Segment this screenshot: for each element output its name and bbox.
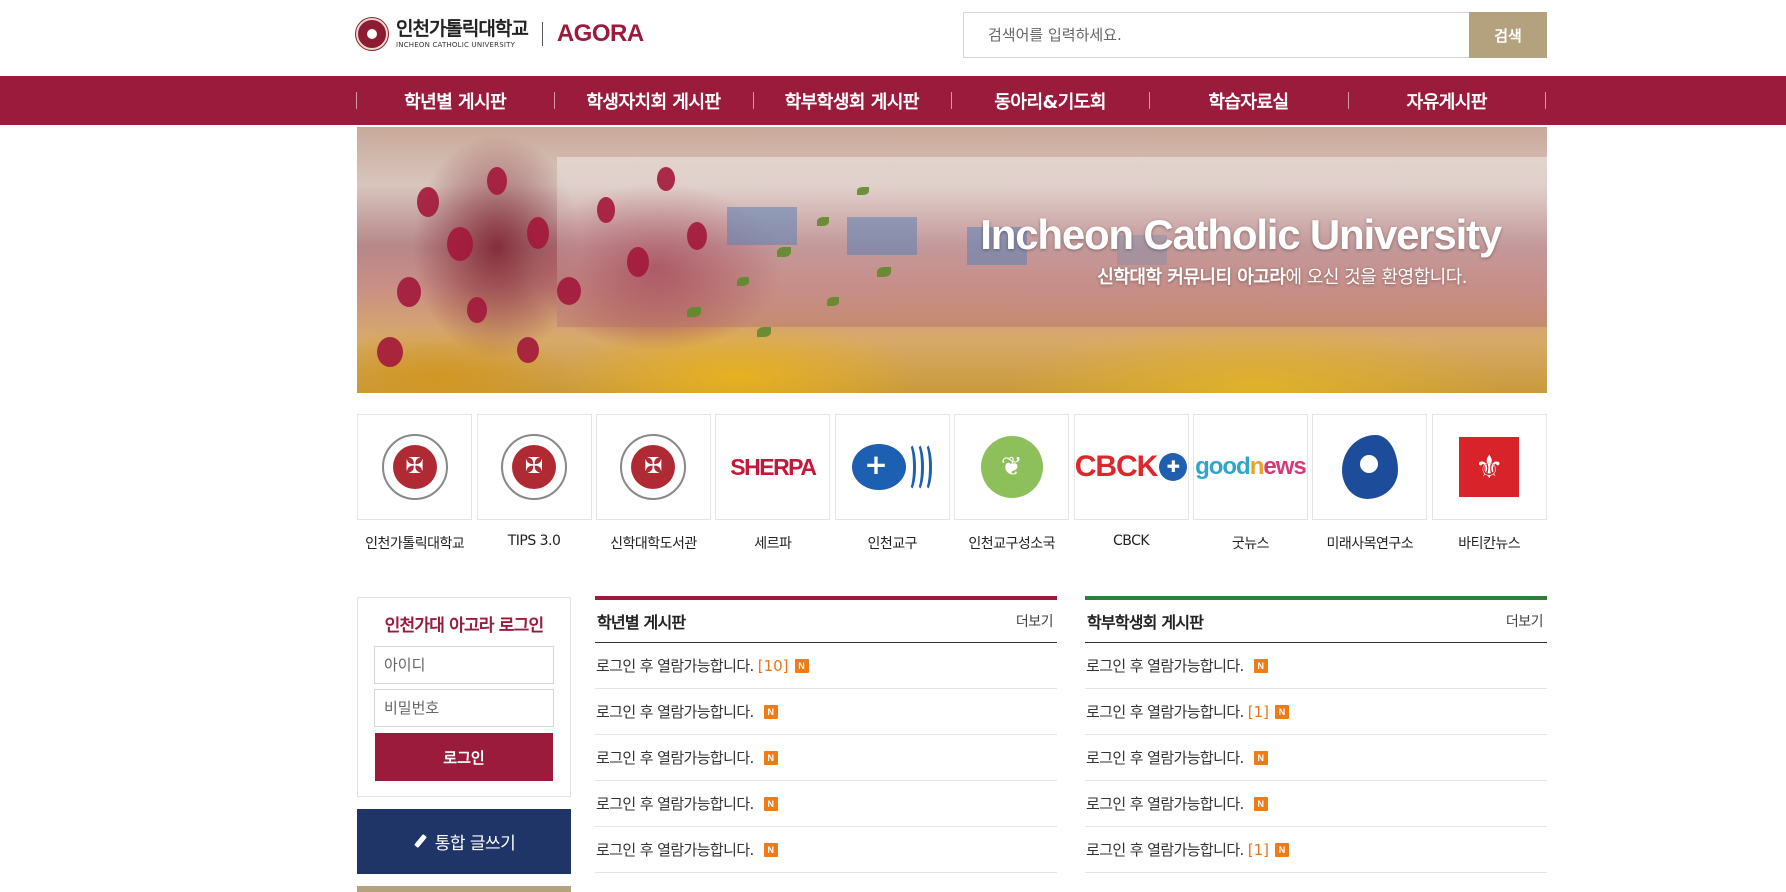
board-title: 학부학생회 게시판: [1087, 613, 1204, 632]
search-input[interactable]: [963, 12, 1469, 58]
banner-subtitle-bold: 신학대학 커뮤니티 아고라: [1097, 267, 1286, 288]
quick-link-label: 굿뉴스: [1231, 536, 1270, 552]
new-badge-icon: N: [1274, 842, 1289, 857]
board-header: 학부학생회 게시판 더보기: [1085, 600, 1547, 643]
nav-item-student-council-board[interactable]: 학생자치회 게시판: [554, 76, 752, 125]
login-title: 인천가대 아고라 로그인: [384, 616, 544, 636]
nav-item-undergrad-council-board[interactable]: 학부학생회 게시판: [752, 76, 951, 125]
quick-link-label: 인천교구: [867, 536, 918, 552]
quick-link-library[interactable]: 신학대학도서관: [595, 414, 711, 566]
site-logo[interactable]: 인천가톨릭대학교 INCHEON CATHOLIC UNIVERSITY AGO…: [356, 16, 644, 52]
nav-item-free-board[interactable]: 자유게시판: [1347, 76, 1547, 125]
board-post-row[interactable]: 로그인 후 열람가능합니다. N: [1085, 781, 1547, 827]
vatican-logo: ⚜: [1459, 437, 1520, 497]
next-panel-edge: [357, 886, 571, 892]
new-badge-icon: N: [763, 704, 778, 719]
quick-links: 인천가톨릭대학교 TIPS 3.0 신학대학도서관 SHERPA 세르파 + 인…: [357, 414, 1547, 566]
cbck-logo: CBCK: [1075, 450, 1188, 484]
quick-link-cbck[interactable]: CBCK CBCK: [1073, 414, 1189, 566]
mirae-logo: [1341, 435, 1398, 499]
login-button[interactable]: 로그인: [375, 733, 553, 781]
banner-subtitle: 신학대학 커뮤니티 아고라에 오신 것을 환영합니다.: [1097, 263, 1467, 289]
vocation-office-logo: ❦: [980, 436, 1043, 498]
login-box: 인천가대 아고라 로그인 로그인: [357, 597, 571, 797]
board-header: 학년별 게시판 더보기: [595, 600, 1057, 643]
university-seal-icon: [356, 18, 388, 50]
goodnews-logo: goodnews: [1195, 453, 1307, 480]
brand-agora: AGORA: [556, 20, 644, 47]
logo-korean-name: 인천가톨릭대학교: [396, 17, 529, 40]
write-post-label: 통합 글쓰기: [434, 834, 516, 854]
new-badge-icon: N: [763, 750, 778, 765]
username-field[interactable]: [374, 646, 554, 684]
new-badge-icon: N: [1253, 658, 1268, 673]
board-undergrad-council: 학부학생회 게시판 더보기 로그인 후 열람가능합니다. N 로그인 후 열람가능…: [1085, 596, 1547, 873]
more-link[interactable]: 더보기: [1506, 611, 1544, 631]
quick-link-label: 신학대학도서관: [610, 536, 697, 552]
logo-divider: [541, 22, 543, 46]
logo-wordmark: 인천가톨릭대학교 INCHEON CATHOLIC UNIVERSITY: [396, 17, 529, 49]
site-header: 인천가톨릭대학교 INCHEON CATHOLIC UNIVERSITY AGO…: [0, 0, 1786, 76]
board-post-row[interactable]: 로그인 후 열람가능합니다. N: [595, 827, 1057, 873]
banner-subtitle-rest: 에 오신 것을 환영합니다.: [1285, 267, 1468, 288]
board-post-row[interactable]: 로그인 후 열람가능합니다. N: [595, 689, 1057, 735]
board-post-row[interactable]: 로그인 후 열람가능합니다. N: [595, 781, 1057, 827]
nav-item-clubs-prayer[interactable]: 동아리&기도회: [950, 76, 1149, 125]
quick-link-label: TIPS 3.0: [507, 533, 561, 549]
board-post-row[interactable]: 로그인 후 열람가능합니다. [1] N: [1085, 827, 1547, 873]
pen-icon: [413, 834, 429, 850]
new-badge-icon: N: [1253, 750, 1268, 765]
quick-link-tips[interactable]: TIPS 3.0: [476, 414, 592, 566]
university-seal-icon: [501, 434, 568, 500]
search-button[interactable]: 검색: [1469, 12, 1547, 58]
main-nav: 학년별 게시판 학생자치회 게시판 학부학생회 게시판 동아리&기도회 학습자료…: [0, 76, 1786, 125]
banner-title: Incheon Catholic University: [980, 211, 1502, 258]
board-post-row[interactable]: 로그인 후 열람가능합니다. [1] N: [1085, 689, 1547, 735]
university-seal-icon: [620, 434, 687, 500]
quick-link-label: 인천가톨릭대학교: [365, 536, 465, 552]
search-bar: 검색: [963, 12, 1547, 58]
quick-link-icu[interactable]: 인천가톨릭대학교: [357, 414, 473, 566]
quick-link-label: CBCK: [1112, 533, 1150, 549]
quick-link-label: 인천교구성소국: [968, 536, 1055, 552]
new-badge-icon: N: [1253, 796, 1268, 811]
university-seal-icon: [381, 434, 448, 500]
quick-link-label: 미래사목연구소: [1326, 536, 1414, 552]
diocese-logo: +: [852, 438, 933, 496]
board-post-row[interactable]: 로그인 후 열람가능합니다. N: [1085, 735, 1547, 781]
write-post-button[interactable]: 통합 글쓰기: [357, 809, 571, 874]
nav-item-study-materials[interactable]: 학습자료실: [1149, 76, 1347, 125]
password-field[interactable]: [374, 689, 554, 727]
quick-link-mirae[interactable]: 미래사목연구소: [1312, 414, 1428, 566]
new-badge-icon: N: [794, 658, 809, 673]
board-post-row[interactable]: 로그인 후 열람가능합니다. N: [1085, 643, 1547, 689]
nav-item-grade-board[interactable]: 학년별 게시판: [356, 76, 554, 125]
new-badge-icon: N: [1274, 704, 1289, 719]
more-link[interactable]: 더보기: [1016, 611, 1054, 631]
new-badge-icon: N: [763, 796, 778, 811]
quick-link-sherpa[interactable]: SHERPA 세르파: [715, 414, 831, 566]
quick-link-label: 바티칸뉴스: [1458, 536, 1521, 552]
quick-link-vatican-news[interactable]: ⚜ 바티칸뉴스: [1431, 414, 1547, 566]
hero-banner: Incheon Catholic University 신학대학 커뮤니티 아고…: [357, 127, 1547, 393]
quick-link-vocation-office[interactable]: ❦ 인천교구성소국: [954, 414, 1070, 566]
board-grade: 학년별 게시판 더보기 로그인 후 열람가능합니다. [10] N 로그인 후 열람…: [595, 596, 1057, 873]
logo-english-name: INCHEON CATHOLIC UNIVERSITY: [396, 40, 516, 49]
quick-link-goodnews[interactable]: goodnews 굿뉴스: [1192, 414, 1308, 566]
new-badge-icon: N: [763, 842, 778, 857]
board-title: 학년별 게시판: [597, 613, 686, 632]
quick-link-label: 세르파: [754, 536, 792, 552]
quick-link-diocese[interactable]: + 인천교구: [834, 414, 950, 566]
sherpa-logo: SHERPA: [730, 453, 817, 480]
board-post-row[interactable]: 로그인 후 열람가능합니다. [10] N: [595, 643, 1057, 689]
board-post-row[interactable]: 로그인 후 열람가능합니다. N: [595, 735, 1057, 781]
